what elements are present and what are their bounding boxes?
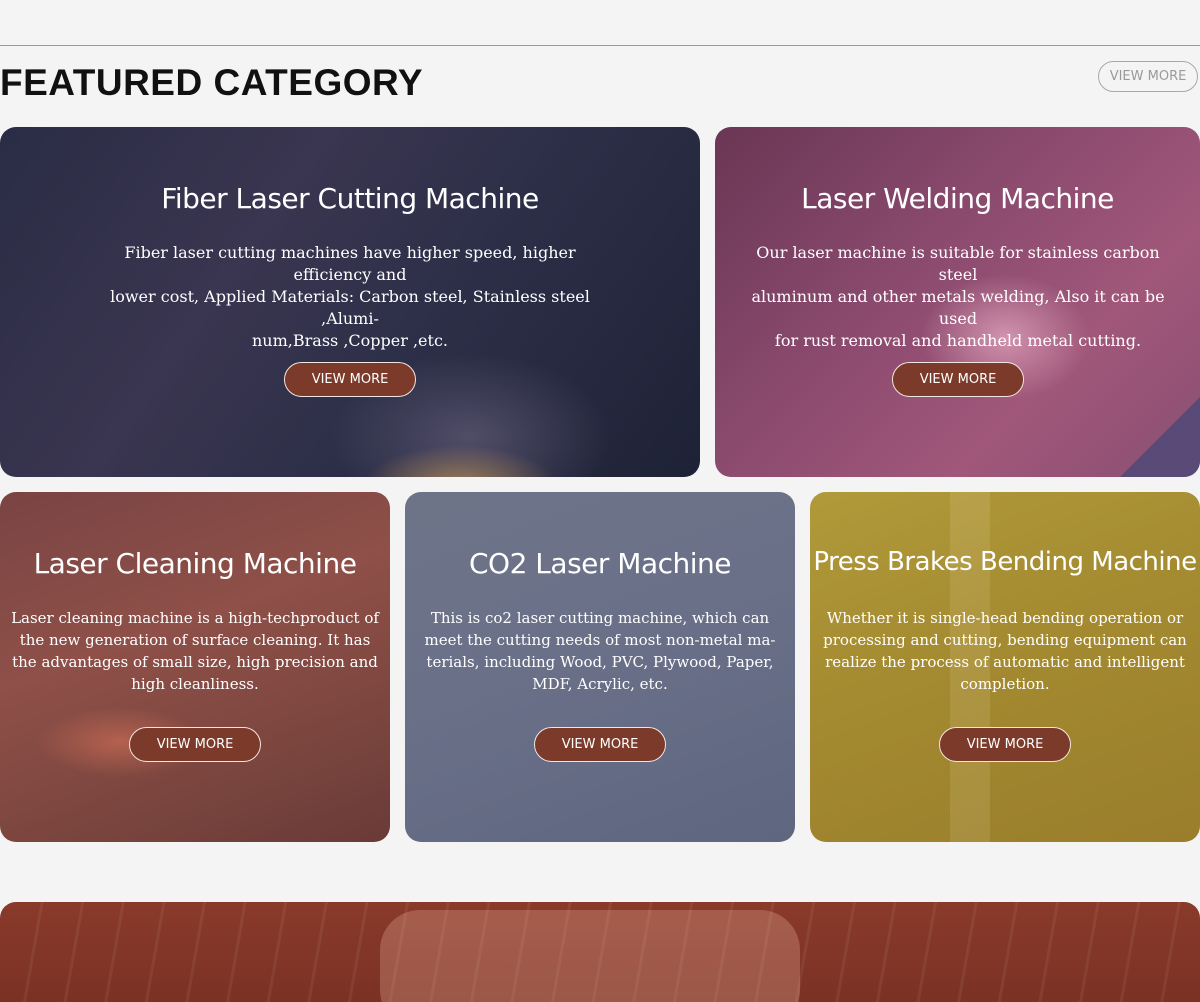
view-more-button[interactable]: VIEW MORE (534, 727, 666, 762)
card-description: Fiber laser cutting machines have higher… (95, 242, 605, 352)
card-description-line: terials, including Wood, PVC, Plywood, P… (426, 653, 774, 671)
card-description-line: aluminum and other metals welding, Also … (751, 287, 1165, 328)
card-title: Press Brakes Bending Machine (813, 547, 1197, 577)
card-description-line: Our laser machine is suitable for stainl… (756, 243, 1160, 284)
card-title: CO2 Laser Machine (469, 547, 732, 580)
view-more-button[interactable]: VIEW MORE (284, 362, 416, 397)
card-description: Laser cleaning machine is a high-techpro… (10, 607, 380, 695)
view-more-button[interactable]: VIEW MORE (939, 727, 1071, 762)
card-description-line: MDF, Acrylic, etc. (532, 675, 668, 693)
card-description-line: Fiber laser cutting machines have higher… (124, 243, 576, 284)
card-description-line: Laser cleaning machine is a high-techpro… (11, 609, 379, 627)
card-description-line: Whether it is single-head bending operat… (826, 609, 1184, 627)
card-title: Fiber Laser Cutting Machine (161, 182, 539, 215)
card-description-line: for rust removal and handheld metal cutt… (774, 331, 1142, 350)
card-description-line: the new generation of surface cleaning. … (19, 631, 371, 649)
card-description: This is co2 laser cutting machine, which… (415, 607, 785, 695)
top-divider (0, 45, 1200, 46)
card-title: Laser Welding Machine (801, 182, 1114, 215)
view-more-button[interactable]: VIEW MORE (129, 727, 261, 762)
header-view-more-button[interactable]: VIEW MORE (1098, 61, 1198, 92)
banner-panel (380, 910, 800, 1002)
view-more-button[interactable]: VIEW MORE (892, 362, 1024, 397)
category-card-laser-cleaning[interactable]: Laser Cleaning Machine Laser cleaning ma… (0, 492, 390, 842)
card-description-line: completion. (960, 675, 1050, 693)
section-title: FEATURED CATEGORY (0, 62, 424, 103)
card-description-line: processing and cutting, bending equipmen… (823, 631, 1187, 649)
card-description-line: meet the cutting needs of most non-metal… (424, 631, 776, 649)
card-description-line: realize the process of automatic and int… (825, 653, 1185, 671)
card-description-line: This is co2 laser cutting machine, which… (430, 609, 770, 627)
card-title: Laser Cleaning Machine (33, 547, 357, 580)
card-description-line: num,Brass ,Copper ,etc. (252, 331, 448, 350)
bottom-banner-image (0, 902, 1200, 1002)
category-card-co2-laser[interactable]: CO2 Laser Machine This is co2 laser cutt… (405, 492, 795, 842)
card-description-line: lower cost, Applied Materials: Carbon st… (110, 287, 590, 328)
card-description: Whether it is single-head bending operat… (820, 607, 1190, 695)
card-description: Our laser machine is suitable for stainl… (743, 242, 1173, 352)
category-card-laser-welding[interactable]: Laser Welding Machine Our laser machine … (715, 127, 1200, 477)
category-card-press-brakes[interactable]: Press Brakes Bending Machine Whether it … (810, 492, 1200, 842)
card-description-line: high cleanliness. (131, 675, 259, 693)
card-description-line: the advantages of small size, high preci… (12, 653, 378, 671)
category-card-fiber-laser[interactable]: Fiber Laser Cutting Machine Fiber laser … (0, 127, 700, 477)
